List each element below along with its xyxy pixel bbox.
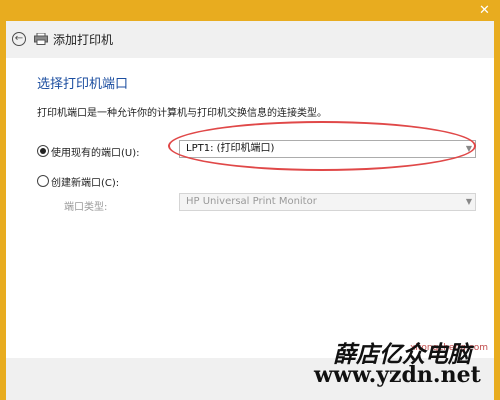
content-panel: 选择打印机端口 打印机端口是一种允许你的计算机与打印机交换信息的连接类型。 使用… xyxy=(6,58,494,358)
close-button[interactable]: ✕ xyxy=(469,0,500,21)
title-bar: ✕ xyxy=(0,0,500,21)
existing-port-select[interactable]: LPT1: (打印机端口) ▼ xyxy=(179,140,476,158)
chevron-down-icon: ▼ xyxy=(465,144,472,153)
page-title: 选择打印机端口 xyxy=(37,77,129,92)
chevron-down-icon: ▼ xyxy=(465,197,472,206)
port-type-value: HP Universal Print Monitor xyxy=(186,196,317,207)
create-new-port-label[interactable]: 创建新端口(C): xyxy=(51,174,119,189)
existing-port-value: LPT1: (打印机端口) xyxy=(186,143,275,154)
use-existing-port-radio[interactable] xyxy=(37,145,49,157)
watermark-line2: www.yzdn.net xyxy=(314,362,481,388)
port-type-label: 端口类型: xyxy=(64,202,108,213)
window-border-right xyxy=(494,21,500,400)
window-title: 添加打印机 xyxy=(53,33,114,47)
page-description: 打印机端口是一种允许你的计算机与打印机交换信息的连接类型。 xyxy=(37,108,327,119)
create-new-port-radio[interactable] xyxy=(37,175,49,187)
wizard-header: ← 添加打印机 xyxy=(6,21,494,58)
port-type-select[interactable]: HP Universal Print Monitor ▼ xyxy=(179,193,476,211)
use-existing-port-label[interactable]: 使用现有的端口(U): xyxy=(51,144,140,159)
printer-icon xyxy=(34,33,48,45)
back-arrow-icon[interactable]: ← xyxy=(12,32,26,46)
